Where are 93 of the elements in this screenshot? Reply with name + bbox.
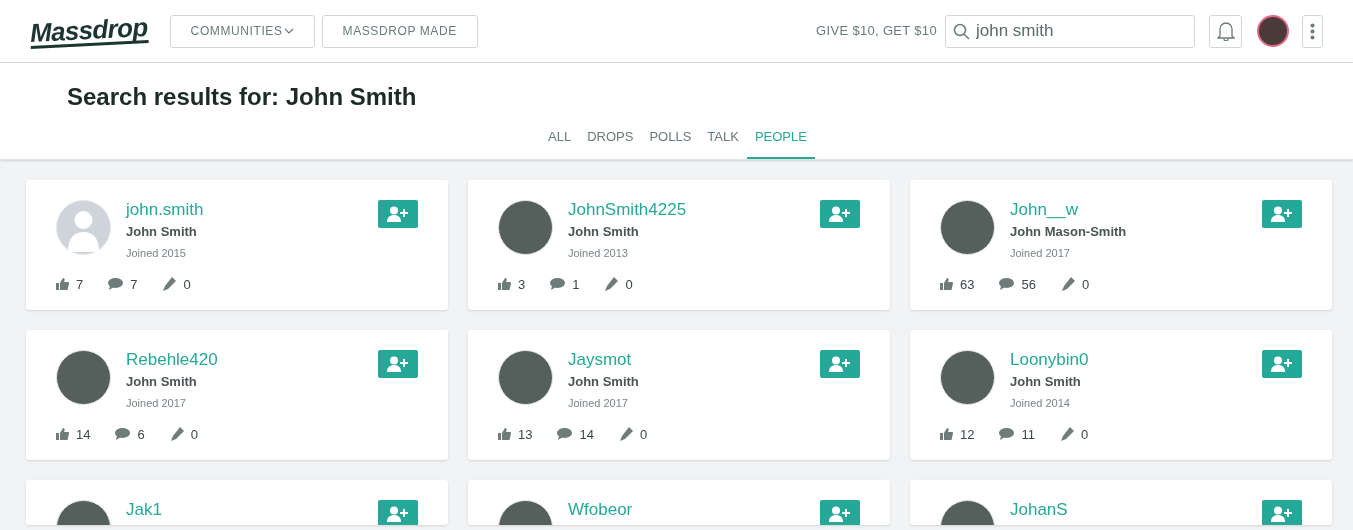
username-link[interactable]: JohanS: [1010, 499, 1068, 520]
stat-count: 6: [137, 425, 145, 444]
stat-count: 0: [183, 275, 191, 294]
nav-button[interactable]: COMMUNITIES: [169, 14, 315, 48]
tab[interactable]: TALK: [699, 127, 747, 159]
follow-button[interactable]: [820, 349, 860, 378]
joined-date: Joined 2015: [126, 246, 186, 261]
stat-count: 0: [1080, 425, 1089, 444]
joined-date: Joined 2017: [568, 396, 628, 411]
thumbs-up-icon: [56, 428, 69, 441]
add-user-icon: [1271, 205, 1293, 222]
stat-count: 1: [572, 275, 580, 294]
tab[interactable]: POLLS: [641, 127, 700, 159]
follow-button[interactable]: [378, 199, 418, 228]
stat-count: 12: [960, 425, 975, 444]
username-link[interactable]: Wfobeor: [568, 499, 633, 520]
stat-count: 0: [639, 425, 648, 444]
comment-icon: [999, 278, 1015, 291]
pencil-icon: [604, 277, 619, 292]
promo-link[interactable]: GIVE $10, GET $10: [816, 21, 937, 41]
logo[interactable]: Massdrop: [29, 13, 149, 49]
thumbs-up-icon: [498, 278, 511, 291]
follow-button[interactable]: [378, 349, 418, 378]
tab[interactable]: DROPS: [579, 127, 642, 159]
pencil-icon: [618, 427, 633, 442]
comment-icon: [999, 428, 1015, 441]
thumbs-up-icon: [56, 278, 69, 291]
stat-count: 7: [76, 275, 84, 294]
stat-count: 0: [1081, 275, 1090, 294]
stat-count: 56: [1021, 275, 1036, 294]
pencil-icon: [162, 277, 177, 292]
avatar-silhouette: [56, 199, 111, 255]
follow-button[interactable]: [820, 499, 860, 525]
username-link[interactable]: Jaysmot: [568, 349, 632, 370]
follow-button[interactable]: [1262, 499, 1302, 525]
stat-count: 7: [130, 275, 138, 294]
add-user-icon: [387, 505, 409, 522]
full-name: John Smith: [126, 222, 197, 241]
follow-button[interactable]: [378, 499, 418, 525]
joined-date: Joined 2013: [568, 246, 628, 261]
pencil-icon: [1059, 427, 1074, 442]
full-name: John Mason-Smith: [1010, 222, 1127, 241]
search-field[interactable]: john smith: [945, 14, 1195, 48]
comment-icon: [115, 428, 131, 441]
stat-count: 14: [76, 425, 91, 444]
pencil-icon: [169, 427, 184, 442]
full-name: John Smith: [568, 222, 639, 241]
username-link[interactable]: john.smith: [126, 199, 204, 220]
stat-count: 11: [1021, 425, 1035, 444]
add-user-icon: [829, 205, 851, 222]
nav-button[interactable]: MASSDROP MADE: [321, 14, 478, 48]
add-user-icon: [829, 355, 851, 372]
follow-button[interactable]: [1262, 199, 1302, 228]
more-menu-button[interactable]: [1302, 14, 1323, 48]
joined-date: Joined 2017: [126, 396, 186, 411]
full-name: John Smith: [1010, 372, 1081, 391]
page-title: Search results for: John Smith: [67, 82, 417, 112]
username-link[interactable]: Loonybin0: [1010, 349, 1089, 370]
follow-button[interactable]: [1262, 349, 1302, 378]
user-avatar[interactable]: [1257, 15, 1289, 47]
tab[interactable]: ALL: [540, 127, 580, 159]
follow-button[interactable]: [820, 199, 860, 228]
stat-count: 13: [518, 425, 533, 444]
stat-count: 63: [960, 275, 975, 294]
tab[interactable]: PEOPLE: [746, 127, 815, 159]
comment-icon: [550, 278, 566, 291]
stat-count: 0: [625, 275, 633, 294]
add-user-icon: [1271, 505, 1293, 522]
notifications-button[interactable]: [1209, 14, 1242, 48]
add-user-icon: [829, 505, 851, 522]
add-user-icon: [1271, 355, 1293, 372]
joined-date: Joined 2014: [1010, 396, 1070, 411]
thumbs-up-icon: [498, 428, 511, 441]
full-name: John Smith: [126, 372, 197, 391]
username-link[interactable]: Rebehle420: [126, 349, 218, 370]
username-link[interactable]: Jak1: [126, 499, 162, 520]
username-link[interactable]: JohnSmith4225: [568, 199, 687, 220]
bell-icon: [1216, 21, 1235, 41]
full-name: John Smith: [568, 372, 639, 391]
stat-count: 0: [190, 425, 198, 444]
add-user-icon: [387, 205, 409, 222]
comment-icon: [557, 428, 573, 441]
kebab-icon: [1310, 22, 1315, 40]
pencil-icon: [1060, 277, 1075, 292]
username-link[interactable]: John__w: [1010, 199, 1079, 220]
comment-icon: [108, 278, 124, 291]
stat-count: 14: [579, 425, 594, 444]
thumbs-up-icon: [940, 278, 953, 291]
thumbs-up-icon: [940, 428, 953, 441]
add-user-icon: [387, 355, 409, 372]
search-icon: [953, 22, 970, 40]
joined-date: Joined 2017: [1010, 246, 1070, 261]
stat-count: 3: [518, 275, 526, 294]
